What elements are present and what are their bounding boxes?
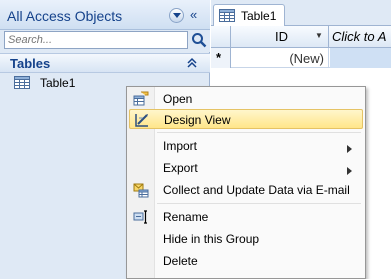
tab-table1[interactable]: Table1	[213, 4, 285, 27]
table-icon	[14, 76, 30, 92]
column-dropdown-icon[interactable]: ▼	[315, 31, 323, 40]
submenu-arrow-icon	[347, 142, 352, 156]
new-record-icon: *	[216, 50, 222, 65]
shutter-bar-close-icon[interactable]: «	[190, 8, 204, 23]
menu-separator	[157, 132, 361, 133]
menu-item-label: Design View	[164, 113, 231, 127]
menu-separator	[157, 203, 361, 204]
group-header-tables[interactable]: Tables	[0, 53, 210, 73]
column-header-label: ID	[275, 29, 288, 44]
menu-item-open[interactable]: Open	[129, 89, 363, 109]
search-row	[0, 30, 210, 52]
nav-title[interactable]: All Access Objects	[7, 8, 122, 24]
group-title: Tables	[10, 56, 51, 71]
menu-item-import[interactable]: Import	[129, 136, 363, 156]
menu-item-rename[interactable]: Rename	[129, 207, 363, 227]
nav-item-label: Table1	[40, 76, 76, 90]
menu-item-label: Collect and Update Data via E-mail	[163, 183, 350, 197]
menu-item-label: Delete	[163, 254, 198, 268]
menu-item-hide-in-group[interactable]: Hide in this Group	[129, 229, 363, 249]
menu-item-label: Rename	[163, 210, 209, 224]
column-header-add[interactable]: Click to A	[330, 26, 391, 47]
row-selector[interactable]: *	[211, 48, 231, 68]
column-header-id[interactable]: ID ▼	[231, 26, 329, 47]
menu-item-label: Import	[163, 139, 198, 153]
select-all-button[interactable]	[211, 26, 231, 47]
context-menu: Open Design View Import Export Collect a…	[126, 86, 366, 279]
cell-add-column[interactable]	[330, 48, 391, 68]
menu-item-design-view[interactable]: Design View	[129, 109, 363, 129]
cell-value: (New)	[289, 51, 324, 66]
collect-data-icon	[133, 182, 149, 198]
table-icon	[219, 9, 235, 25]
search-icon[interactable]	[191, 32, 207, 48]
nav-menu-dropdown-icon[interactable]	[169, 8, 184, 23]
menu-item-collect-data[interactable]: Collect and Update Data via E-mail	[129, 180, 363, 200]
new-record-row[interactable]: * (New)	[211, 48, 391, 68]
tab-label: Table1	[241, 9, 277, 23]
tab-strip: Table1	[211, 0, 391, 27]
menu-item-label: Open	[163, 92, 193, 106]
menu-item-label: Hide in this Group	[163, 232, 260, 246]
design-view-icon	[134, 112, 150, 128]
datasheet-header: ID ▼ Click to A	[211, 26, 391, 48]
menu-item-export[interactable]: Export	[129, 158, 363, 178]
menu-item-label: Export	[163, 161, 198, 175]
nav-header[interactable]: All Access Objects «	[0, 0, 210, 30]
open-icon	[133, 91, 149, 107]
rename-icon	[133, 209, 149, 225]
menu-item-delete[interactable]: Delete	[129, 251, 363, 271]
search-input[interactable]	[4, 31, 188, 49]
submenu-arrow-icon	[347, 164, 352, 178]
cell-id[interactable]: (New)	[231, 48, 329, 68]
column-header-label: Click to A	[332, 29, 387, 44]
collapse-group-icon[interactable]	[186, 57, 198, 69]
